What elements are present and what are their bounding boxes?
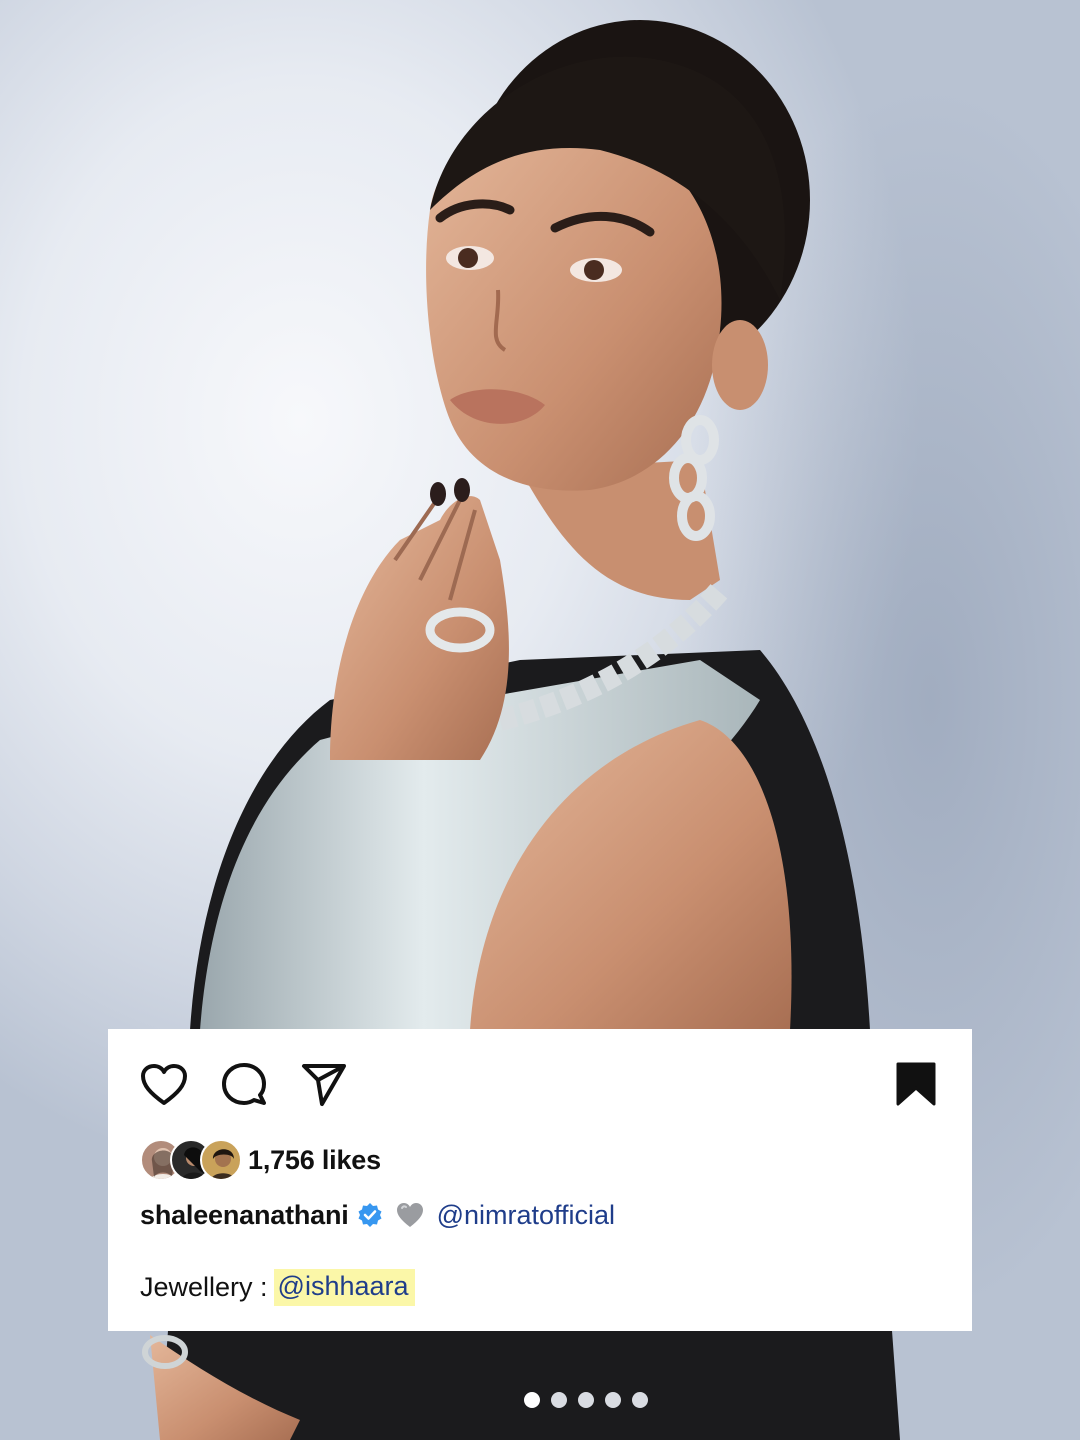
carousel-dot[interactable]: [524, 1392, 540, 1408]
carousel-dot[interactable]: [578, 1392, 594, 1408]
post-actions-bar: [140, 1061, 940, 1107]
caption-row: shaleenanathani @nimratofficial: [140, 1195, 615, 1235]
post-info-card: 1,756 likes shaleenanathani @nimratoffic…: [108, 1029, 972, 1331]
mention-link[interactable]: @nimratofficial: [437, 1200, 615, 1231]
heart-outline-icon[interactable]: [140, 1063, 188, 1107]
carousel-dot[interactable]: [605, 1392, 621, 1408]
avatar[interactable]: [200, 1139, 242, 1181]
jewellery-mention-link[interactable]: @ishhaara: [273, 1268, 415, 1306]
grey-heart-emoji: [396, 1203, 423, 1227]
liked-by-avatars[interactable]: [140, 1139, 244, 1181]
carousel-indicator: [524, 1392, 648, 1410]
likes-count[interactable]: 1,756 likes: [248, 1145, 381, 1176]
carousel-dot[interactable]: [632, 1392, 648, 1408]
caption-jewellery-line: Jewellery : @ishhaara: [140, 1267, 415, 1307]
bookmark-filled-icon[interactable]: [896, 1062, 936, 1106]
verified-badge-icon: [358, 1203, 382, 1227]
carousel-dot[interactable]: [551, 1392, 567, 1408]
paper-plane-icon[interactable]: [300, 1062, 348, 1108]
username-link[interactable]: shaleenanathani: [140, 1200, 349, 1231]
caption-text: Jewellery :: [140, 1271, 268, 1302]
likes-row[interactable]: 1,756 likes: [140, 1139, 381, 1181]
comment-bubble-icon[interactable]: [220, 1061, 268, 1109]
